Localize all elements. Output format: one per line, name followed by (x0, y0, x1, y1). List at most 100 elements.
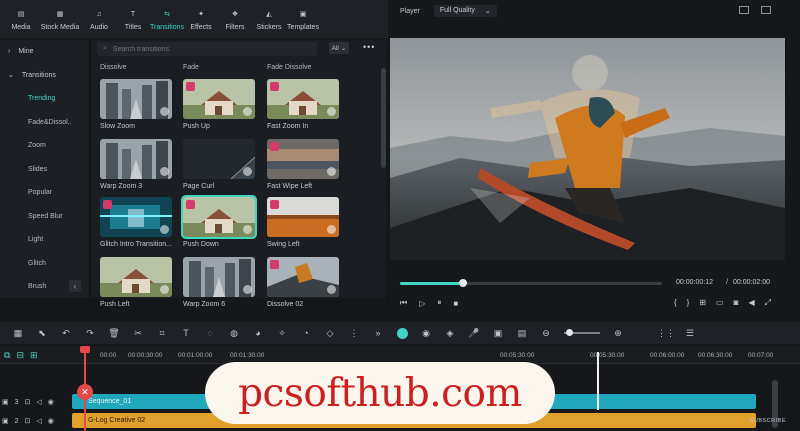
transition-tile[interactable] (100, 257, 172, 297)
transition-tile[interactable] (100, 139, 172, 179)
snapshot-icon[interactable]: ◙ (734, 298, 739, 308)
download-icon[interactable] (327, 225, 336, 234)
duration-icon[interactable]: ◍ (222, 328, 246, 339)
snap-icon[interactable] (390, 327, 414, 339)
media-track-icon[interactable]: ▤ (510, 328, 534, 339)
download-icon[interactable] (243, 225, 252, 234)
crop-icon[interactable]: ⌗ (150, 328, 174, 339)
split-icon[interactable]: ⋮ (342, 328, 366, 339)
undo-icon[interactable]: ↶ (54, 328, 78, 339)
transition-tile[interactable] (100, 79, 172, 119)
mic-icon[interactable]: 🎤 (462, 328, 486, 339)
toolbar-filters[interactable]: ❖ Filters (218, 0, 252, 38)
render-icon[interactable]: ⊞ (699, 298, 706, 308)
pause-icon[interactable]: ⏸ (437, 298, 441, 308)
layout-icon[interactable]: ▦ (6, 328, 30, 339)
download-icon[interactable] (160, 285, 169, 294)
speed-icon[interactable]: ◔ (294, 328, 318, 338)
zoom-slider[interactable] (564, 329, 600, 336)
volume-icon[interactable]: ◀ (748, 298, 754, 308)
shield-icon[interactable]: ◈ (438, 328, 462, 339)
safe-zone-icon[interactable] (739, 6, 749, 14)
text-icon[interactable]: T (174, 328, 198, 338)
transition-tile[interactable] (267, 139, 339, 179)
grid-view-icon[interactable]: ⋮⋮ (654, 328, 678, 339)
snapshot-view-icon[interactable] (761, 6, 771, 14)
eye-icon[interactable]: ◉ (48, 398, 54, 406)
ai-icon[interactable]: ✧ (270, 328, 294, 339)
cut-icon[interactable]: ✂ (126, 328, 150, 339)
zoom-out-icon[interactable]: ⊖ (534, 328, 558, 339)
toolbar-transitions[interactable]: ⇆ Transitions (150, 0, 184, 38)
category-item[interactable]: Glitch (0, 252, 89, 276)
transition-tile[interactable] (267, 197, 339, 237)
category-item[interactable]: Speed Blur (0, 205, 89, 229)
category-item[interactable]: Light (0, 228, 89, 252)
toolbar-audio[interactable]: ♫ Audio (82, 0, 116, 38)
more-tools-icon[interactable]: » (366, 328, 390, 338)
magnet-icon[interactable]: ⊞ (30, 350, 38, 361)
quality-dropdown[interactable]: Full Quality ⌄ (433, 5, 497, 17)
category-item[interactable]: Trending (0, 87, 89, 111)
toolbar-templates[interactable]: ▣ Templates (286, 0, 320, 38)
transition-tile[interactable] (183, 257, 255, 297)
toolbar-media[interactable]: ▤ Media (4, 0, 38, 38)
eye-icon[interactable]: ◉ (48, 417, 54, 425)
more-options-icon[interactable]: ••• (363, 42, 375, 52)
link-icon[interactable]: ⊟ (16, 350, 24, 361)
search-input[interactable] (112, 45, 293, 53)
prev-frame-icon[interactable]: ⏮ (400, 298, 407, 308)
download-icon[interactable] (327, 107, 336, 116)
download-icon[interactable] (243, 107, 252, 116)
toolbar-stickers[interactable]: ◭ Stickers (252, 0, 286, 38)
filter-dropdown[interactable]: All ⌄ (329, 42, 349, 54)
select-tool-icon[interactable]: ⬉ (30, 328, 54, 339)
keyframe-icon[interactable]: ◇ (318, 328, 342, 339)
stop-icon[interactable]: ■ (453, 299, 458, 308)
transition-tile[interactable] (100, 197, 172, 237)
search-box[interactable]: ⌕ (97, 42, 317, 56)
color-icon[interactable]: ◕ (246, 328, 270, 338)
playback-progress[interactable] (400, 279, 662, 287)
monitor-icon[interactable]: ▭ (716, 298, 724, 308)
collapse-panel-button[interactable]: ‹ (69, 280, 81, 292)
bracket-out-icon[interactable]: } (687, 298, 690, 308)
toolbar-stock-media[interactable]: ▦ Stock Media (38, 0, 82, 38)
transition-tile[interactable] (183, 79, 255, 119)
category-item[interactable]: Slides (0, 158, 89, 182)
fullscreen-icon[interactable]: ⤢ (765, 298, 771, 308)
category-item[interactable]: Fade&Dissol.. (0, 111, 89, 135)
toolbar-effects[interactable]: ✦ Effects (184, 0, 218, 38)
play-icon[interactable]: ▷ (419, 299, 425, 308)
category-mine[interactable]: › Mine (0, 40, 89, 64)
category-item[interactable]: Popular (0, 181, 89, 205)
download-icon[interactable] (243, 285, 252, 294)
download-icon[interactable] (160, 225, 169, 234)
panel-menu-icon[interactable]: ☰ (678, 328, 702, 339)
download-icon[interactable] (243, 167, 252, 176)
render-preview-icon[interactable]: ◉ (414, 328, 438, 339)
video-preview[interactable] (390, 38, 785, 260)
mute-icon[interactable]: ◁ (36, 417, 41, 425)
lock-icon[interactable]: ⊡ (25, 417, 31, 425)
mute-icon[interactable]: ◁ (36, 398, 41, 406)
marker-icon[interactable]: ◌ (198, 328, 222, 338)
download-icon[interactable] (160, 107, 169, 116)
playhead-close-icon[interactable]: ✕ (77, 384, 93, 400)
mix-icon[interactable]: ▣ (486, 328, 510, 339)
progress-knob[interactable] (458, 279, 467, 287)
bracket-in-icon[interactable]: { (674, 298, 677, 308)
category-transitions[interactable]: ⌄ Transitions (0, 64, 89, 88)
lock-icon[interactable]: ⊡ (25, 398, 31, 406)
zoom-in-icon[interactable]: ⊕ (606, 328, 630, 339)
transition-tile[interactable] (183, 139, 255, 179)
add-track-icon[interactable]: ⧉ (4, 350, 10, 361)
transition-tile[interactable] (267, 79, 339, 119)
transition-tile[interactable] (181, 195, 257, 239)
category-item[interactable]: Zoom (0, 134, 89, 158)
download-icon[interactable] (160, 167, 169, 176)
redo-icon[interactable]: ↷ (78, 328, 102, 339)
delete-icon[interactable]: 🗑 (102, 328, 126, 339)
download-icon[interactable] (327, 285, 336, 294)
download-icon[interactable] (327, 167, 336, 176)
